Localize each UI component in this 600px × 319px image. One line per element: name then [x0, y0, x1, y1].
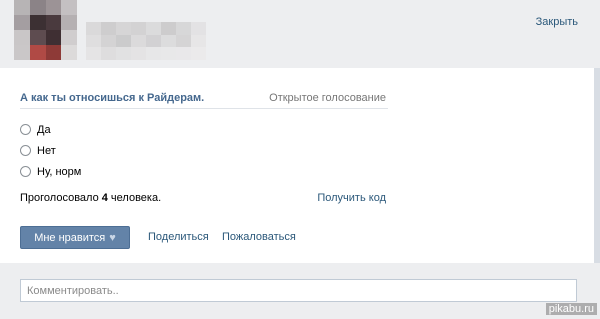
radio-button[interactable]	[20, 145, 31, 156]
poll-title: А как ты относишься к Райдерам.	[20, 92, 205, 104]
like-label: Мне нравится	[34, 231, 106, 244]
votes-count-text: Проголосовало 4 человека.	[20, 192, 162, 204]
radio-button[interactable]	[20, 166, 31, 177]
like-button[interactable]: Мне нравится ♥	[20, 226, 130, 249]
avatar[interactable]	[14, 0, 77, 60]
poll-footer: Проголосовало 4 человека. Получить код	[20, 188, 388, 208]
heart-icon: ♥	[109, 231, 116, 244]
comment-input[interactable]	[20, 279, 577, 302]
report-link[interactable]: Пожаловаться	[222, 231, 296, 243]
poll-option-yes[interactable]: Да	[20, 119, 388, 140]
poll-option-label: Ну, норм	[37, 165, 82, 178]
watermark: pikabu.ru	[545, 303, 597, 315]
radio-button[interactable]	[20, 124, 31, 135]
poll: А как ты относишься к Райдерам. Открытое…	[20, 92, 388, 208]
poll-header: А как ты относишься к Райдерам. Открытое…	[20, 92, 388, 109]
scrollbar[interactable]	[594, 68, 600, 268]
poll-type-label: Открытое голосование	[269, 92, 386, 104]
post-header: Закрыть	[0, 0, 600, 68]
poll-option-okay[interactable]: Ну, норм	[20, 161, 388, 182]
poll-options: Да Нет Ну, норм	[20, 119, 388, 182]
get-code-link[interactable]: Получить код	[317, 192, 386, 204]
close-link[interactable]: Закрыть	[536, 16, 578, 28]
poll-option-label: Нет	[37, 144, 56, 157]
poll-option-label: Да	[37, 123, 51, 136]
poll-option-no[interactable]: Нет	[20, 140, 388, 161]
author-name-blurred[interactable]	[86, 22, 206, 60]
share-link[interactable]: Поделиться	[148, 231, 209, 243]
